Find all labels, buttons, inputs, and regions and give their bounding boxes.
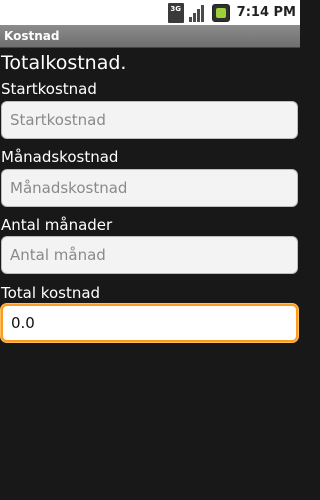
status-bar: 3G 7:14 PM (0, 0, 300, 25)
total-cost-label: Total kostnad (1, 284, 101, 302)
battery-icon (211, 3, 230, 22)
network-type-label: 3G (170, 4, 181, 13)
signal-bars-icon (188, 4, 207, 22)
month-count-field[interactable] (1, 236, 298, 274)
start-cost-field[interactable] (1, 101, 298, 139)
start-cost-label: Startkostnad (1, 80, 97, 98)
3g-signal-icon: 3G (167, 2, 184, 23)
status-clock: 7:14 PM (236, 5, 296, 20)
total-cost-field[interactable] (1, 304, 298, 342)
start-cost-input[interactable] (10, 111, 289, 129)
month-count-label: Antal månader (1, 216, 113, 234)
monthly-cost-label: Månadskostnad (1, 148, 119, 166)
total-cost-input[interactable] (11, 314, 288, 332)
form-heading: Totalkostnad. (1, 52, 127, 74)
monthly-cost-field[interactable] (1, 169, 298, 207)
monthly-cost-input[interactable] (10, 179, 289, 197)
app-title: Kostnad (4, 29, 60, 43)
month-count-input[interactable] (10, 246, 289, 264)
app-title-bar: Kostnad (0, 25, 300, 48)
